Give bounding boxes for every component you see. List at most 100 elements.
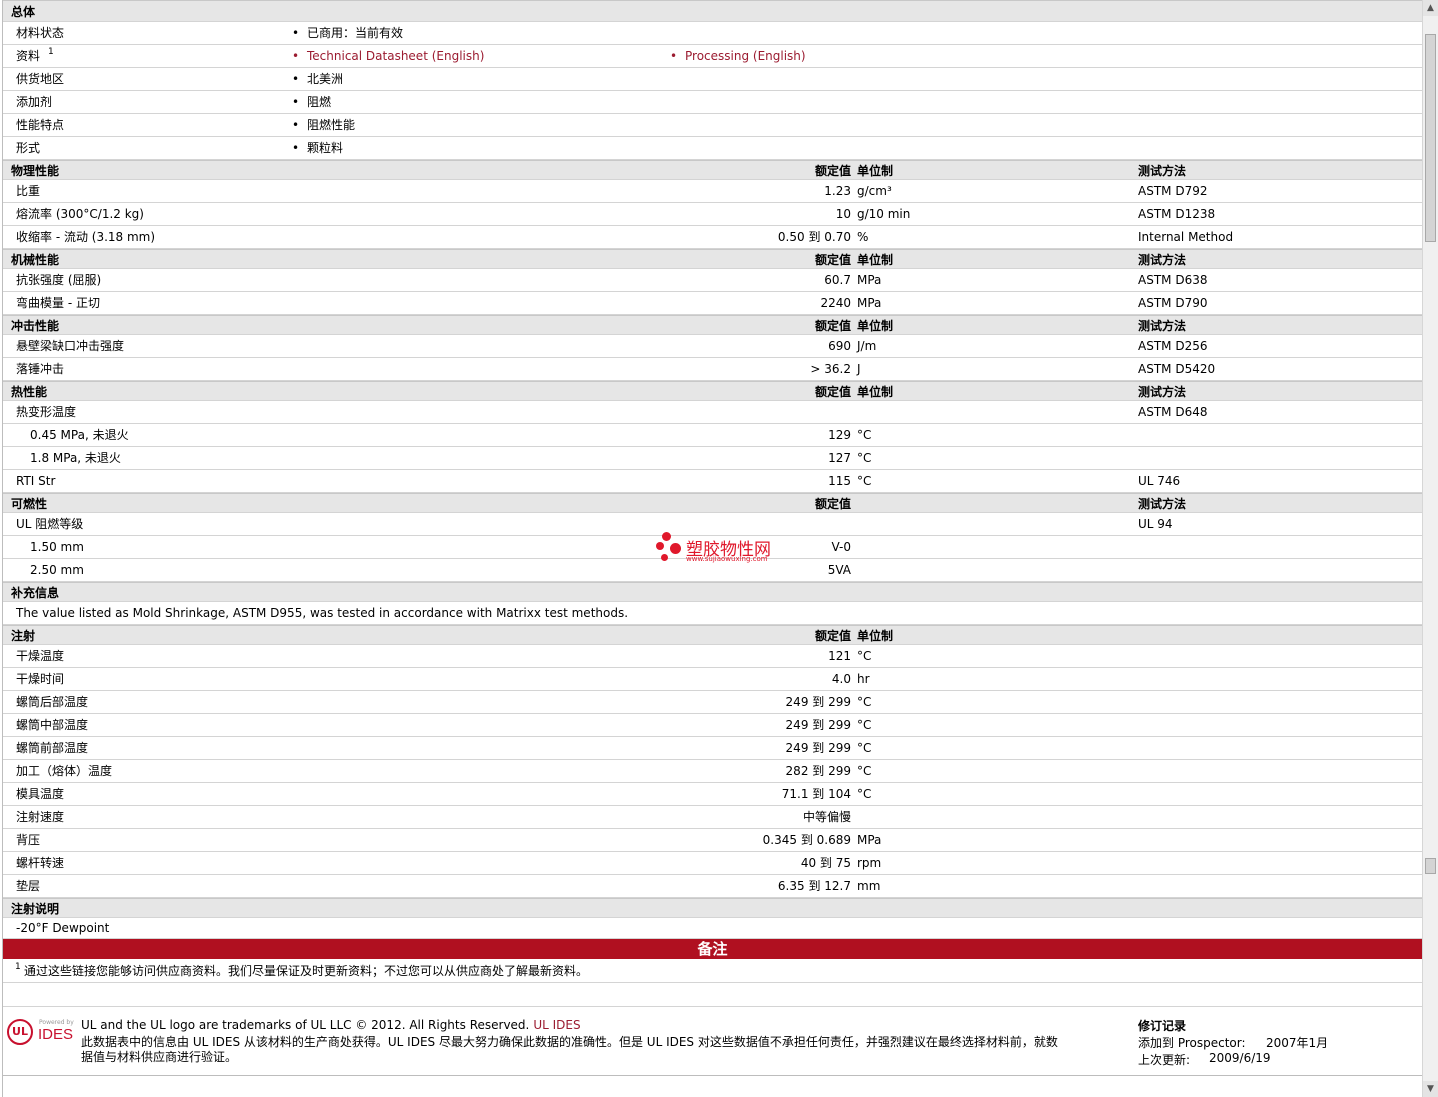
section-title: 物理性能 xyxy=(11,164,60,178)
injection-label: 干燥温度 xyxy=(16,649,65,663)
scroll-thumb-lower[interactable] xyxy=(1425,858,1436,874)
property-unit: J/m xyxy=(857,339,877,353)
property-value: 2240 xyxy=(820,296,851,310)
section-title: 补充信息 xyxy=(11,586,60,600)
injection-value: 4.0 xyxy=(831,672,851,686)
test-method: UL 94 xyxy=(1138,517,1173,531)
row-label: 资料 xyxy=(16,49,41,63)
section-title: 注射说明 xyxy=(11,902,60,916)
property-unit: MPa xyxy=(857,296,882,310)
scroll-up-icon[interactable]: ▲ xyxy=(1423,0,1438,16)
column-header-unit: 单位制 xyxy=(857,164,894,178)
column-header-unit: 单位制 xyxy=(857,385,894,399)
property-row: RTI Str 115 °C UL 746 xyxy=(3,470,1422,493)
ul-logo-icon: UL xyxy=(7,1019,33,1045)
injection-value: 6.35 到 12.7 xyxy=(777,879,851,893)
injection-label: 注射速度 xyxy=(16,810,65,824)
test-method: ASTM D790 xyxy=(1138,296,1208,310)
property-unit: MPa xyxy=(857,273,882,287)
property-value: 115 xyxy=(828,474,851,488)
column-header-unit: 单位制 xyxy=(857,253,894,267)
section-header: 机械性能 额定值 单位制 测试方法 xyxy=(3,249,1422,269)
property-label: 落锤冲击 xyxy=(16,362,65,376)
injection-label: 加工（熔体）温度 xyxy=(16,764,113,778)
property-unit: °C xyxy=(857,451,872,465)
powered-by-text: Powered by xyxy=(39,1019,74,1026)
section-header-supplemental: 补充信息 xyxy=(3,582,1422,602)
added-value: 2007年1月 xyxy=(1266,1036,1329,1050)
ul-ides-link[interactable]: UL IDES xyxy=(533,1018,580,1032)
column-header-nominal: 额定值 xyxy=(814,497,851,511)
section-header-injection: 注射 额定值 单位制 xyxy=(3,625,1422,645)
property-row: 1.8 MPa, 未退火 127 °C xyxy=(3,447,1422,470)
injection-row: 注射速度 中等偏慢 xyxy=(3,806,1422,829)
injection-unit: mm xyxy=(857,879,881,893)
column-header-nominal: 额定值 xyxy=(814,253,851,267)
injection-row: 背压 0.345 到 0.689 MPa xyxy=(3,829,1422,852)
section-header: 热性能 额定值 单位制 测试方法 xyxy=(3,381,1422,401)
injection-row: 干燥温度 121 °C xyxy=(3,645,1422,668)
property-unit: J xyxy=(857,362,861,376)
row-value: 已商用：当前有效 xyxy=(292,22,403,45)
injection-value: 71.1 到 104 xyxy=(781,787,851,801)
general-row: 形式 颗粒料 xyxy=(3,137,1422,160)
injection-value: 40 到 75 xyxy=(800,856,851,870)
vertical-scrollbar[interactable]: ▲ ▼ xyxy=(1422,0,1438,1097)
injection-unit: °C xyxy=(857,649,872,663)
property-label: 1.8 MPa, 未退火 xyxy=(30,451,121,465)
property-label: 悬壁梁缺口冲击强度 xyxy=(16,339,125,353)
property-value: 690 xyxy=(828,339,851,353)
section-title: 冲击性能 xyxy=(11,319,60,333)
injection-value: 249 到 299 xyxy=(785,741,851,755)
property-row: 熔流率 (300°C/1.2 kg) 10 g/10 min ASTM D1238 xyxy=(3,203,1422,226)
scroll-thumb-upper[interactable] xyxy=(1425,34,1436,242)
footnote-marker: 1 xyxy=(48,47,54,57)
property-row: 悬壁梁缺口冲击强度 690 J/m ASTM D256 xyxy=(3,335,1422,358)
property-value: 1.23 xyxy=(824,184,851,198)
test-method: ASTM D5420 xyxy=(1138,362,1216,376)
property-value: 129 xyxy=(828,428,851,442)
property-label: 弯曲模量 - 正切 xyxy=(16,296,100,310)
scroll-down-icon[interactable]: ▼ xyxy=(1423,1081,1438,1097)
property-row: 抗张强度 (屈服) 60.7 MPa ASTM D638 xyxy=(3,269,1422,292)
property-label: 收缩率 - 流动 (3.18 mm) xyxy=(16,230,156,244)
column-header-unit: 单位制 xyxy=(857,629,894,643)
property-label: 热变形温度 xyxy=(16,405,77,419)
column-header-method: 测试方法 xyxy=(1138,385,1187,399)
section-header-injection-notes: 注射说明 xyxy=(3,898,1422,918)
updated-label: 上次更新: xyxy=(1138,1053,1191,1067)
injection-unit: °C xyxy=(857,787,872,801)
property-row: 0.45 MPa, 未退火 129 °C xyxy=(3,424,1422,447)
injection-label: 螺筒后部温度 xyxy=(16,695,89,709)
notes-row: 1 通过这些链接您能够访问供应商资料。我们尽量保证及时更新资料；不过您可以从供应商… xyxy=(3,959,1422,983)
property-unit: °C xyxy=(857,474,872,488)
property-value: 5VA xyxy=(827,563,851,577)
ul-ides-logo: UL Powered by IDES xyxy=(7,1017,75,1051)
supplemental-row: The value listed as Mold Shrinkage, ASTM… xyxy=(3,602,1422,625)
general-row: 材料状态 已商用：当前有效 xyxy=(3,22,1422,45)
property-label: 0.45 MPa, 未退火 xyxy=(30,428,129,442)
injection-value: 249 到 299 xyxy=(785,695,851,709)
property-label: 1.50 mm xyxy=(30,540,84,554)
property-label: 比重 xyxy=(16,184,41,198)
datasheet-link[interactable]: Technical Datasheet (English) xyxy=(292,45,484,68)
injection-unit: °C xyxy=(857,718,872,732)
injection-unit: hr xyxy=(857,672,870,686)
footnote-marker: 1 xyxy=(15,962,21,972)
watermark-url: www.sujiaowuxing.com xyxy=(686,555,768,563)
property-unit: g/cm³ xyxy=(857,184,892,198)
property-unit: g/10 min xyxy=(857,207,911,221)
general-row: 添加剂 阻燃 xyxy=(3,91,1422,114)
injection-unit: °C xyxy=(857,764,872,778)
injection-label: 螺筒中部温度 xyxy=(16,718,89,732)
injection-notes-row: -20°F Dewpoint xyxy=(3,918,1422,939)
trademark-text: UL and the UL logo are trademarks of UL … xyxy=(81,1018,530,1032)
property-row: 弯曲模量 - 正切 2240 MPa ASTM D790 xyxy=(3,292,1422,315)
section-title: 机械性能 xyxy=(11,253,60,267)
datasheet-link[interactable]: Processing (English) xyxy=(670,45,806,68)
column-header-nominal: 额定值 xyxy=(814,319,851,333)
property-label: 熔流率 (300°C/1.2 kg) xyxy=(16,207,144,221)
column-header-nominal: 额定值 xyxy=(814,629,851,643)
row-value: 颗粒料 xyxy=(292,137,343,160)
section-title: 可燃性 xyxy=(11,497,48,511)
